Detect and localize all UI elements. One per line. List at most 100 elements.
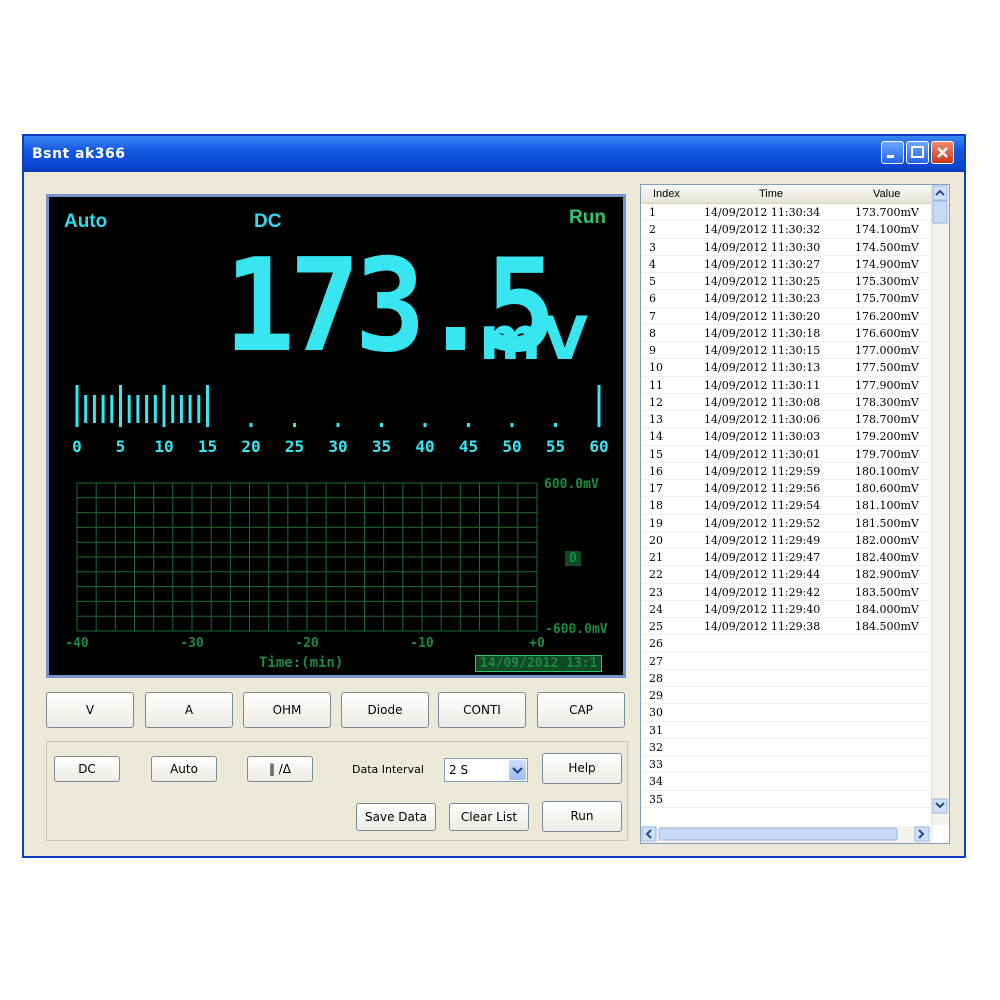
- table-row[interactable]: 31: [641, 722, 933, 739]
- cell-value: 181.500mV: [855, 516, 919, 530]
- cell-time: 14/09/2012 11:30:30: [704, 240, 821, 254]
- cell-index: 1: [649, 206, 656, 219]
- bargraph-tick-label: 50: [502, 437, 521, 456]
- table-row[interactable]: 30: [641, 704, 933, 722]
- hold-relative-button[interactable]: ‖ /Δ: [247, 756, 313, 782]
- bargraph-segment: [423, 423, 427, 427]
- table-row[interactable]: 18 14/09/2012 11:29:54 181.100mV: [641, 497, 933, 515]
- data-interval-label: Data Interval: [352, 763, 424, 776]
- scroll-arrows-icon: [932, 185, 948, 814]
- vertical-scrollbar[interactable]: [931, 185, 949, 825]
- table-row[interactable]: 34: [641, 773, 933, 791]
- table-row[interactable]: 13 14/09/2012 11:30:06 178.700mV: [641, 411, 933, 429]
- mode-button-a[interactable]: A: [145, 692, 233, 728]
- trend-x-tick: -10: [410, 636, 434, 651]
- horizontal-scrollbar[interactable]: [641, 826, 933, 843]
- trend-y-bottom: -600.0mV: [545, 622, 608, 637]
- bargraph-segment: [101, 395, 105, 423]
- table-row[interactable]: 12 14/09/2012 11:30:08 178.300mV: [641, 394, 933, 411]
- cell-value: 183.500mV: [855, 585, 919, 599]
- app-window: Bsnt ak366 Auto DC Run 173.5 mV 0 5 10 15 20…: [22, 134, 966, 858]
- mode-button-conti[interactable]: CONTI: [438, 692, 526, 728]
- cell-value: 177.900mV: [855, 378, 919, 392]
- table-row[interactable]: 23 14/09/2012 11:29:42 183.500mV: [641, 584, 933, 601]
- table-row[interactable]: 22 14/09/2012 11:29:44 182.900mV: [641, 566, 933, 584]
- minimize-icon: [887, 155, 894, 158]
- table-row[interactable]: 27: [641, 653, 933, 670]
- table-row[interactable]: 7 14/09/2012 11:30:20 176.200mV: [641, 308, 933, 325]
- close-button[interactable]: [931, 141, 954, 164]
- table-row[interactable]: 28: [641, 670, 933, 687]
- trend-x-tick: -40: [65, 636, 89, 651]
- minimize-button[interactable]: [881, 141, 904, 164]
- cell-index: 8: [649, 326, 656, 340]
- table-row[interactable]: 19 14/09/2012 11:29:52 181.500mV: [641, 515, 933, 532]
- mode-button-cap[interactable]: CAP: [537, 692, 625, 728]
- bargraph-segment: [127, 395, 131, 423]
- mode-button-ohm[interactable]: OHM: [243, 692, 331, 728]
- auto-button[interactable]: Auto: [151, 756, 217, 782]
- cell-time: 14/09/2012 11:30:23: [704, 292, 821, 306]
- bargraph: 0 5 10 15 20 25 30 35 40 45 50 55 60: [72, 385, 609, 456]
- chevron-down-icon[interactable]: [509, 760, 526, 780]
- table-row[interactable]: 11 14/09/2012 11:30:11 177.900mV: [641, 377, 933, 394]
- table-row[interactable]: 10 14/09/2012 11:30:13 177.500mV: [641, 359, 933, 377]
- cell-index: 6: [649, 292, 656, 306]
- maximize-button[interactable]: [906, 141, 929, 164]
- trend-y-top: 600.0mV: [544, 477, 599, 492]
- table-row[interactable]: 32: [641, 739, 933, 756]
- mode-button-diode[interactable]: Diode: [341, 692, 429, 728]
- table-row[interactable]: 8 14/09/2012 11:30:18 176.600mV: [641, 325, 933, 342]
- table-row[interactable]: 16 14/09/2012 11:29:59 180.100mV: [641, 463, 933, 480]
- mode-button-v[interactable]: V: [46, 692, 134, 728]
- table-row[interactable]: 4 14/09/2012 11:30:27 174.900mV: [641, 256, 933, 273]
- table-row[interactable]: 3 14/09/2012 11:30:30 174.500mV: [641, 239, 933, 256]
- cell-index: 10: [649, 361, 663, 375]
- cell-value: 175.300mV: [855, 275, 919, 288]
- data-interval-select[interactable]: 2 S: [444, 758, 528, 782]
- data-list[interactable]: Index Time Value 1 14/09/2012 11:30:34 173…: [640, 184, 950, 844]
- bargraph-segment: [597, 385, 601, 427]
- table-row[interactable]: 33: [641, 756, 933, 774]
- table-row[interactable]: 26: [641, 635, 933, 653]
- run-button[interactable]: Run: [542, 801, 622, 832]
- column-header-index[interactable]: Index: [653, 188, 680, 200]
- table-row[interactable]: 21 14/09/2012 11:29:47 182.400mV: [641, 549, 933, 567]
- table-row[interactable]: 1 14/09/2012 11:30:34 173.700mV: [641, 204, 933, 222]
- title-bar[interactable]: Bsnt ak366: [24, 136, 964, 172]
- table-row[interactable]: 20 14/09/2012 11:29:49 182.000mV: [641, 532, 933, 549]
- save-data-button[interactable]: Save Data: [356, 803, 436, 831]
- bargraph-segment: [188, 395, 192, 423]
- table-row[interactable]: 35: [641, 791, 933, 808]
- table-row[interactable]: 24 14/09/2012 11:29:40 184.000mV: [641, 601, 933, 618]
- bargraph-tick-label: 10: [154, 437, 173, 456]
- table-row[interactable]: 15 14/09/2012 11:30:01 179.700mV: [641, 446, 933, 463]
- cell-time: 14/09/2012 11:29:49: [704, 533, 821, 547]
- cell-index: 5: [649, 275, 656, 288]
- table-row[interactable]: 2 14/09/2012 11:30:32 174.100mV: [641, 221, 933, 239]
- table-row[interactable]: 25 14/09/2012 11:29:38 184.500mV: [641, 618, 933, 636]
- cell-time: 14/09/2012 11:29:59: [704, 464, 821, 478]
- cell-index: 32: [649, 740, 663, 754]
- table-row[interactable]: 9 14/09/2012 11:30:15 177.000mV: [641, 342, 933, 360]
- column-header-value[interactable]: Value: [873, 188, 900, 200]
- cell-time: 14/09/2012 11:30:32: [704, 223, 821, 237]
- table-row[interactable]: 14 14/09/2012 11:30:03 179.200mV: [641, 428, 933, 446]
- trend-graph: -40 -30 -20 -10 +0: [65, 482, 545, 651]
- cell-index: 13: [649, 413, 663, 426]
- table-row[interactable]: 17 14/09/2012 11:29:56 180.600mV: [641, 480, 933, 498]
- table-row[interactable]: 5 14/09/2012 11:30:25 175.300mV: [641, 273, 933, 291]
- cell-index: 7: [649, 309, 656, 323]
- bargraph-tick-label: 25: [285, 437, 304, 456]
- cell-time: 14/09/2012 11:29:44: [704, 568, 821, 582]
- cell-value: 176.600mV: [855, 326, 919, 340]
- clear-list-button[interactable]: Clear List: [449, 803, 529, 831]
- table-row[interactable]: 29: [641, 687, 933, 705]
- help-button[interactable]: Help: [542, 753, 622, 784]
- dc-button[interactable]: DC: [54, 756, 120, 782]
- cell-index: 19: [649, 516, 663, 530]
- table-row[interactable]: 6 14/09/2012 11:30:23 175.700mV: [641, 290, 933, 308]
- bargraph-tick-label: 0: [72, 437, 82, 456]
- column-header-time[interactable]: Time: [759, 188, 783, 200]
- cell-time: 14/09/2012 11:30:20: [704, 309, 821, 323]
